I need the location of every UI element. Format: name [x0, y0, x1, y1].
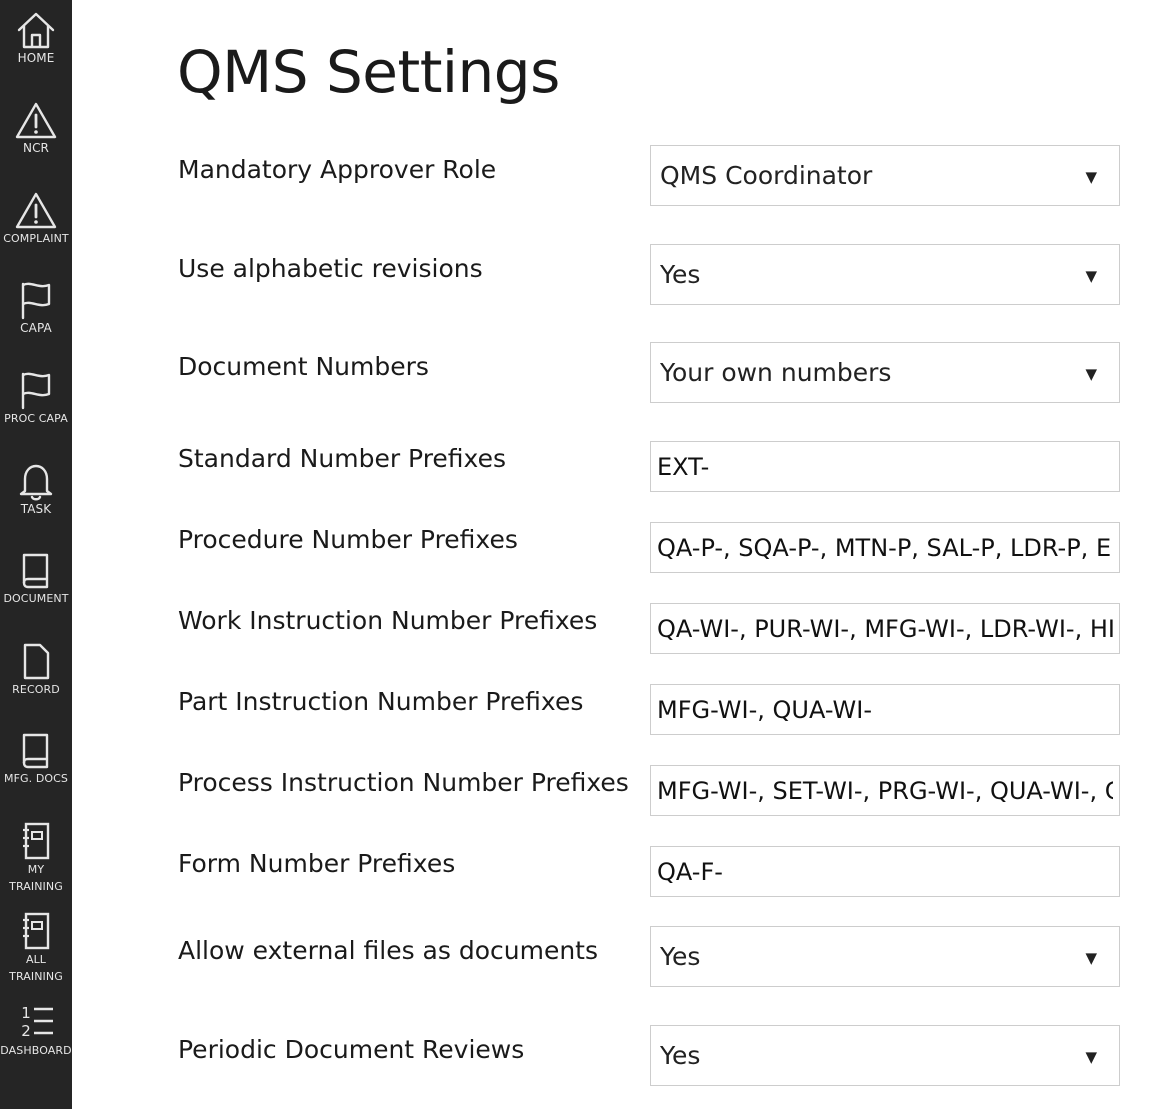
home-icon: [17, 12, 55, 49]
setting-label-mandatory-approver-role: Mandatory Approver Role: [178, 155, 497, 184]
sidebar-item-complaint[interactable]: COMPLAINT: [0, 190, 72, 247]
sidebar-nav: HOME NCR COMPLAINT CAPA PROC CAPA TASK D…: [0, 0, 72, 1109]
sidebar-item-label: MFG. DOCS: [3, 772, 69, 785]
sidebar-item-dashboard[interactable]: 1 2 DASHBOARD: [0, 1003, 72, 1059]
sidebar-item-label: RECORD: [12, 683, 60, 696]
alphabetic-revisions-select[interactable]: Yes ▼: [650, 244, 1120, 305]
svg-text:2: 2: [21, 1022, 31, 1040]
standard-number-prefixes-field: [650, 441, 1120, 492]
page-title: QMS Settings: [177, 38, 560, 106]
setting-label-part-instruction-number-prefixes: Part Instruction Number Prefixes: [178, 687, 584, 716]
sidebar-item-label: PROC CAPA: [4, 412, 68, 425]
sidebar-item-task[interactable]: TASK: [0, 461, 72, 518]
part-instruction-number-prefixes-field: [650, 684, 1120, 735]
sidebar-item-label: TASK: [20, 502, 52, 516]
periodic-document-reviews-select[interactable]: Yes ▼: [650, 1025, 1120, 1086]
select-value: Yes: [660, 1041, 701, 1070]
book-icon: [22, 553, 49, 589]
sidebar-item-document[interactable]: DOCUMENT: [0, 550, 72, 607]
part-instruction-number-prefixes-input[interactable]: [651, 685, 1113, 734]
select-value: Your own numbers: [660, 358, 892, 387]
sidebar-item-proc-capa[interactable]: PROC CAPA: [0, 370, 72, 427]
sidebar-item-label: DASHBOARD: [0, 1044, 72, 1057]
setting-label-alphabetic-revisions: Use alphabetic revisions: [178, 254, 483, 283]
mandatory-approver-role-select[interactable]: QMS Coordinator ▼: [650, 145, 1120, 206]
setting-label-process-instruction-number-prefixes: Process Instruction Number Prefixes: [178, 768, 629, 797]
setting-label-document-numbers: Document Numbers: [178, 352, 429, 381]
work-instruction-number-prefixes-field: [650, 603, 1120, 654]
chevron-down-icon: ▼: [1085, 949, 1097, 967]
setting-label-procedure-number-prefixes: Procedure Number Prefixes: [178, 525, 518, 554]
chevron-down-icon: ▼: [1085, 365, 1097, 383]
flag-icon: [21, 282, 51, 320]
sidebar-item-label: COMPLAINT: [3, 232, 69, 245]
setting-label-allow-external-files: Allow external files as documents: [178, 936, 598, 965]
file-icon: [23, 643, 50, 680]
warning-icon: [15, 192, 57, 229]
notebook-icon: [23, 822, 50, 860]
sidebar-item-label: MY: [27, 863, 45, 876]
chevron-down-icon: ▼: [1085, 267, 1097, 285]
setting-label-standard-number-prefixes: Standard Number Prefixes: [178, 444, 506, 473]
chevron-down-icon: ▼: [1085, 168, 1097, 186]
sidebar-item-label: NCR: [23, 141, 49, 155]
document-numbers-select[interactable]: Your own numbers ▼: [650, 342, 1120, 403]
process-instruction-number-prefixes-field: [650, 765, 1120, 816]
notebook-icon: [23, 912, 50, 950]
chevron-down-icon: ▼: [1085, 1048, 1097, 1066]
flag-icon: [21, 372, 51, 410]
procedure-number-prefixes-input[interactable]: [651, 523, 1113, 572]
sidebar-item-label: ALL: [25, 953, 47, 966]
work-instruction-number-prefixes-input[interactable]: [651, 604, 1113, 653]
sidebar-item-all-training[interactable]: ALL TRAINING: [0, 911, 72, 985]
sidebar-item-home[interactable]: HOME: [0, 10, 72, 67]
select-value: Yes: [660, 260, 701, 289]
standard-number-prefixes-input[interactable]: [651, 442, 1113, 491]
form-number-prefixes-input[interactable]: [651, 847, 1113, 896]
sidebar-item-label: TRAINING: [9, 880, 63, 893]
book-icon: [22, 733, 49, 769]
sidebar-item-label: HOME: [17, 51, 55, 65]
setting-label-work-instruction-number-prefixes: Work Instruction Number Prefixes: [178, 606, 598, 635]
sidebar-item-mfg-docs[interactable]: MFG. DOCS: [0, 730, 72, 787]
form-number-prefixes-field: [650, 846, 1120, 897]
sidebar-item-record[interactable]: RECORD: [0, 641, 72, 698]
setting-label-periodic-document-reviews: Periodic Document Reviews: [178, 1035, 525, 1064]
select-value: QMS Coordinator: [660, 161, 873, 190]
sidebar-item-ncr[interactable]: NCR: [0, 100, 72, 157]
sidebar-item-label: CAPA: [20, 321, 52, 335]
sidebar-item-label: TRAINING: [9, 970, 63, 983]
bell-icon: [19, 464, 53, 501]
allow-external-files-select[interactable]: Yes ▼: [650, 926, 1120, 987]
sidebar-item-my-training[interactable]: MY TRAINING: [0, 821, 72, 895]
procedure-number-prefixes-field: [650, 522, 1120, 573]
select-value: Yes: [660, 942, 701, 971]
sidebar-item-capa[interactable]: CAPA: [0, 280, 72, 337]
svg-text:1: 1: [21, 1004, 31, 1022]
setting-label-form-number-prefixes: Form Number Prefixes: [178, 849, 456, 878]
process-instruction-number-prefixes-input[interactable]: [651, 766, 1113, 815]
sidebar-item-label: DOCUMENT: [3, 592, 69, 605]
warning-icon: [15, 102, 57, 139]
numbered-list-icon: 1 2: [21, 1004, 53, 1040]
